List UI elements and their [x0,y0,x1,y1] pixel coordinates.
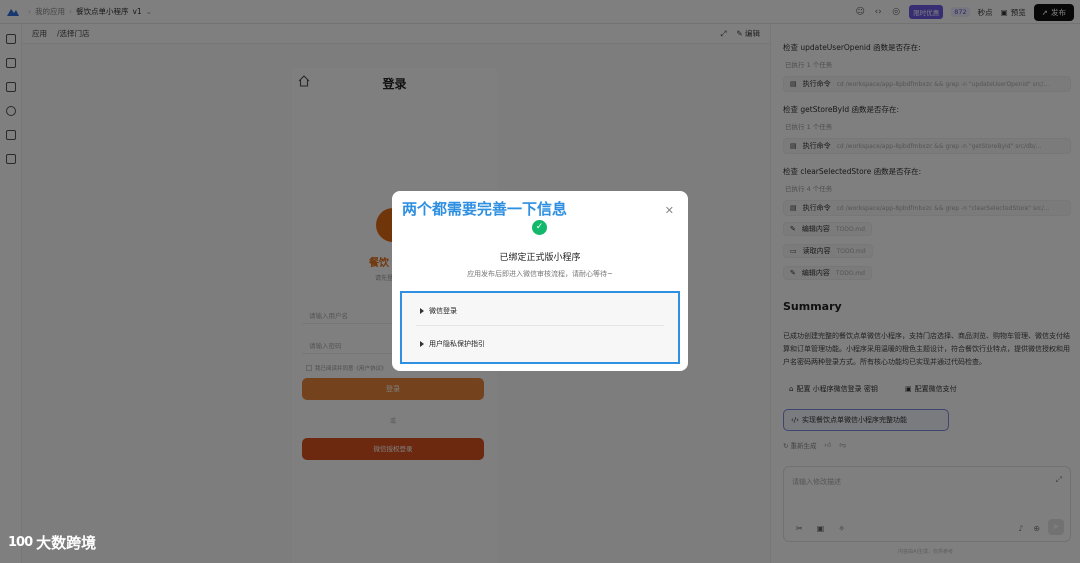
divider [416,325,664,326]
check-icon: ✓ [532,220,547,235]
close-icon[interactable]: ✕ [665,205,674,216]
annotation-text: 两个都需要完善一下信息 [402,200,568,218]
dialog-subtitle: 应用发布后即进入微信审核流程，请耐心等待~ [467,270,613,278]
publish-dialog: 两个都需要完善一下信息 ✕ ✓ 已绑定正式版小程序 应用发布后即进入微信审核流程… [392,191,688,371]
watermark-brand: 大数跨境 [36,534,97,552]
config-list: 微信登录 用户隐私保护指引 [400,291,680,364]
dialog-title: 已绑定正式版小程序 [499,253,581,263]
watermark: 100 大数跨境 [8,532,96,553]
caret-right-icon [420,341,424,347]
wechat-login-item[interactable]: 微信登录 [420,306,457,316]
privacy-guide-item[interactable]: 用户隐私保护指引 [420,339,485,349]
caret-right-icon [420,308,424,314]
watermark-logo: 100 [8,535,33,550]
